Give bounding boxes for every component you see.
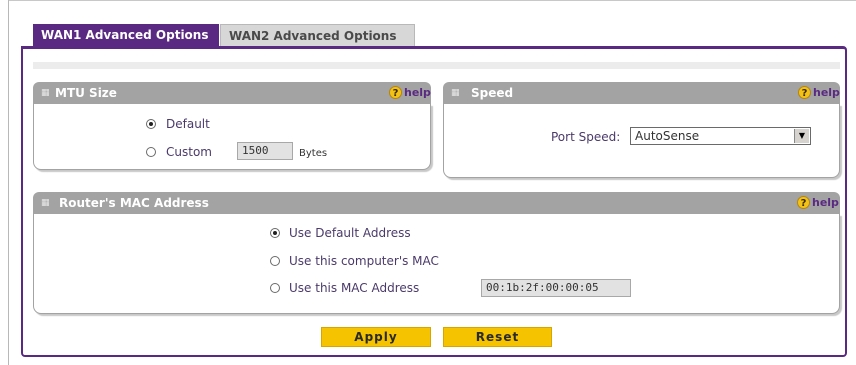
- tab-wan1-advanced[interactable]: WAN1 Advanced Options: [33, 24, 219, 46]
- reset-button[interactable]: Reset: [443, 327, 552, 347]
- grip-icon: ▦: [41, 198, 50, 208]
- tab-wan2-advanced[interactable]: WAN2 Advanced Options: [220, 24, 415, 46]
- mtu-custom-label: Custom: [166, 145, 212, 159]
- apply-button[interactable]: Apply: [321, 327, 431, 347]
- speed-section-title: Speed: [471, 86, 514, 100]
- mtu-unit-label: Bytes: [299, 148, 328, 159]
- speed-section-header: ▦ Speed ? help: [443, 82, 840, 104]
- mac-custom-radio[interactable]: [270, 283, 280, 293]
- mac-address-input[interactable]: 00:1b:2f:00:00:05: [481, 279, 631, 297]
- mtu-section-body: [33, 104, 431, 170]
- help-icon: ?: [798, 86, 811, 99]
- mac-section-header: ▦ Router's MAC Address ? help: [33, 192, 840, 214]
- mtu-default-radio[interactable]: [146, 119, 156, 129]
- mac-default-radio[interactable]: [270, 228, 280, 238]
- grip-icon: ▦: [41, 88, 50, 98]
- top-rule: [8, 0, 856, 1]
- panel-top-strip: [33, 62, 840, 69]
- dropdown-arrow-icon: ▼: [794, 129, 809, 143]
- mtu-custom-radio[interactable]: [146, 147, 156, 157]
- port-speed-value: AutoSense: [635, 129, 700, 143]
- mtu-help-link[interactable]: ? help: [389, 86, 431, 100]
- mac-computer-label: Use this computer's MAC: [289, 254, 439, 268]
- mac-default-label: Use Default Address: [289, 226, 411, 240]
- left-rule: [8, 0, 9, 365]
- help-label: help: [813, 86, 840, 99]
- speed-help-link[interactable]: ? help: [798, 86, 840, 100]
- mac-computer-radio[interactable]: [270, 256, 280, 266]
- help-icon: ?: [797, 196, 810, 209]
- mac-custom-label: Use this MAC Address: [289, 281, 420, 295]
- mtu-section-title: MTU Size: [55, 86, 117, 100]
- mtu-section-header: ▦ MTU Size ? help: [33, 82, 431, 104]
- mtu-default-label: Default: [166, 117, 210, 131]
- grip-icon: ▦: [451, 88, 460, 98]
- mac-help-link[interactable]: ? help: [797, 196, 839, 210]
- port-speed-label: Port Speed:: [551, 130, 621, 144]
- help-label: help: [404, 86, 431, 99]
- help-icon: ?: [389, 86, 402, 99]
- mac-section-title: Router's MAC Address: [59, 196, 209, 210]
- port-speed-select[interactable]: AutoSense ▼: [630, 127, 811, 145]
- help-label: help: [812, 196, 839, 209]
- mtu-custom-input[interactable]: 1500: [237, 142, 293, 160]
